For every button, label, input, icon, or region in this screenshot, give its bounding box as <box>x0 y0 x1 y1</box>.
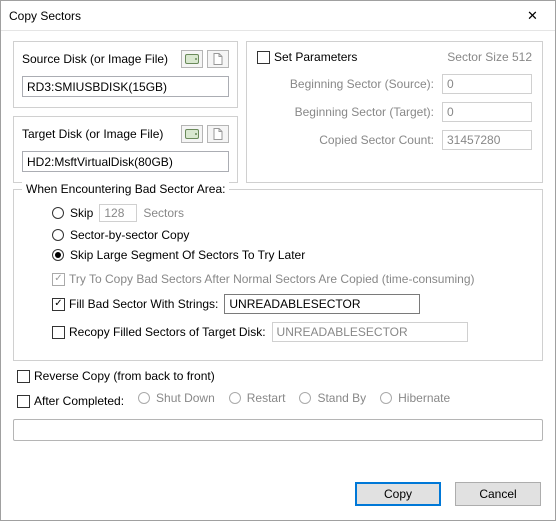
beginning-source-label: Beginning Sector (Source): <box>257 77 434 91</box>
titlebar: Copy Sectors ✕ <box>1 1 555 31</box>
top-row: Source Disk (or Image File) <box>13 41 543 183</box>
target-disk-combobox[interactable] <box>22 151 229 172</box>
copied-count-label: Copied Sector Count: <box>257 133 434 147</box>
copied-count-input[interactable] <box>442 130 532 150</box>
sector-by-sector-radio[interactable]: Sector-by-sector Copy <box>52 228 532 242</box>
skip-large-label: Skip Large Segment Of Sectors To Try Lat… <box>70 248 305 262</box>
shutdown-radio: Shut Down <box>138 391 215 405</box>
source-select-disk-button[interactable] <box>181 50 203 68</box>
bad-sector-radiogroup: Skip Sectors Sector-by-sector Copy Skip … <box>24 204 532 262</box>
recopy-input <box>272 322 468 342</box>
standby-radio: Stand By <box>299 391 366 405</box>
target-select-disk-button[interactable] <box>181 125 203 143</box>
skip-count-input[interactable] <box>99 204 137 222</box>
reverse-copy-label: Reverse Copy (from back to front) <box>34 369 215 383</box>
beginning-target-label: Beginning Sector (Target): <box>257 105 434 119</box>
dialog-window: Copy Sectors ✕ Source Disk (or Image Fil… <box>0 0 556 521</box>
source-disk-label: Source Disk (or Image File) <box>22 52 168 66</box>
source-open-file-button[interactable] <box>207 50 229 68</box>
beginning-target-input[interactable] <box>442 102 532 122</box>
restart-radio: Restart <box>229 391 286 405</box>
target-open-file-button[interactable] <box>207 125 229 143</box>
cancel-button-label: Cancel <box>479 487 516 501</box>
cancel-button[interactable]: Cancel <box>455 482 541 506</box>
dialog-body: Source Disk (or Image File) <box>1 31 555 472</box>
skip-label: Skip <box>70 206 93 220</box>
hibernate-radio: Hibernate <box>380 391 450 405</box>
after-completed-label: After Completed: <box>34 394 124 408</box>
source-disk-panel: Source Disk (or Image File) <box>13 41 238 108</box>
fill-strings-checkbox[interactable]: Fill Bad Sector With Strings: <box>52 297 218 311</box>
bad-sector-fieldset: When Encountering Bad Sector Area: Skip … <box>13 189 543 361</box>
recopy-checkbox[interactable]: Recopy Filled Sectors of Target Disk: <box>52 325 266 339</box>
file-icon <box>213 53 223 65</box>
standby-label: Stand By <box>317 391 366 405</box>
target-disk-panel: Target Disk (or Image File) <box>13 116 238 183</box>
target-disk-label: Target Disk (or Image File) <box>22 127 163 141</box>
recopy-label: Recopy Filled Sectors of Target Disk: <box>69 325 266 339</box>
close-icon: ✕ <box>527 8 538 24</box>
set-parameters-label: Set Parameters <box>274 50 357 64</box>
sector-size-label: Sector Size 512 <box>447 50 532 64</box>
sector-by-sector-label: Sector-by-sector Copy <box>70 228 189 242</box>
after-completed-checkbox[interactable]: After Completed: <box>17 394 124 408</box>
hibernate-label: Hibernate <box>398 391 450 405</box>
source-disk-combobox[interactable] <box>22 76 229 97</box>
set-parameters-checkbox[interactable]: Set Parameters <box>257 50 357 64</box>
disk-icon <box>185 54 199 64</box>
try-after-checkbox: Try To Copy Bad Sectors After Normal Sec… <box>52 272 475 286</box>
file-icon <box>213 128 223 140</box>
close-button[interactable]: ✕ <box>510 1 555 30</box>
beginning-source-input[interactable] <box>442 74 532 94</box>
fill-strings-label: Fill Bad Sector With Strings: <box>69 297 218 311</box>
dialog-footer: Copy Cancel <box>1 472 555 520</box>
skip-unit-label: Sectors <box>143 206 184 220</box>
fill-strings-input[interactable] <box>224 294 420 314</box>
progress-bar <box>13 419 543 441</box>
shutdown-label: Shut Down <box>156 391 215 405</box>
copy-button-label: Copy <box>384 487 412 501</box>
bad-sector-legend: When Encountering Bad Sector Area: <box>22 182 229 196</box>
bad-sector-subopts: Try To Copy Bad Sectors After Normal Sec… <box>24 272 532 342</box>
skip-radio[interactable]: Skip Sectors <box>52 204 532 222</box>
restart-label: Restart <box>247 391 286 405</box>
try-after-label: Try To Copy Bad Sectors After Normal Sec… <box>69 272 475 286</box>
reverse-copy-checkbox[interactable]: Reverse Copy (from back to front) <box>17 369 215 383</box>
copy-button[interactable]: Copy <box>355 482 441 506</box>
window-title: Copy Sectors <box>9 9 81 23</box>
disk-column: Source Disk (or Image File) <box>13 41 238 183</box>
disk-icon <box>185 129 199 139</box>
parameters-panel: Set Parameters Sector Size 512 Beginning… <box>246 41 543 183</box>
skip-large-radio[interactable]: Skip Large Segment Of Sectors To Try Lat… <box>52 248 532 262</box>
